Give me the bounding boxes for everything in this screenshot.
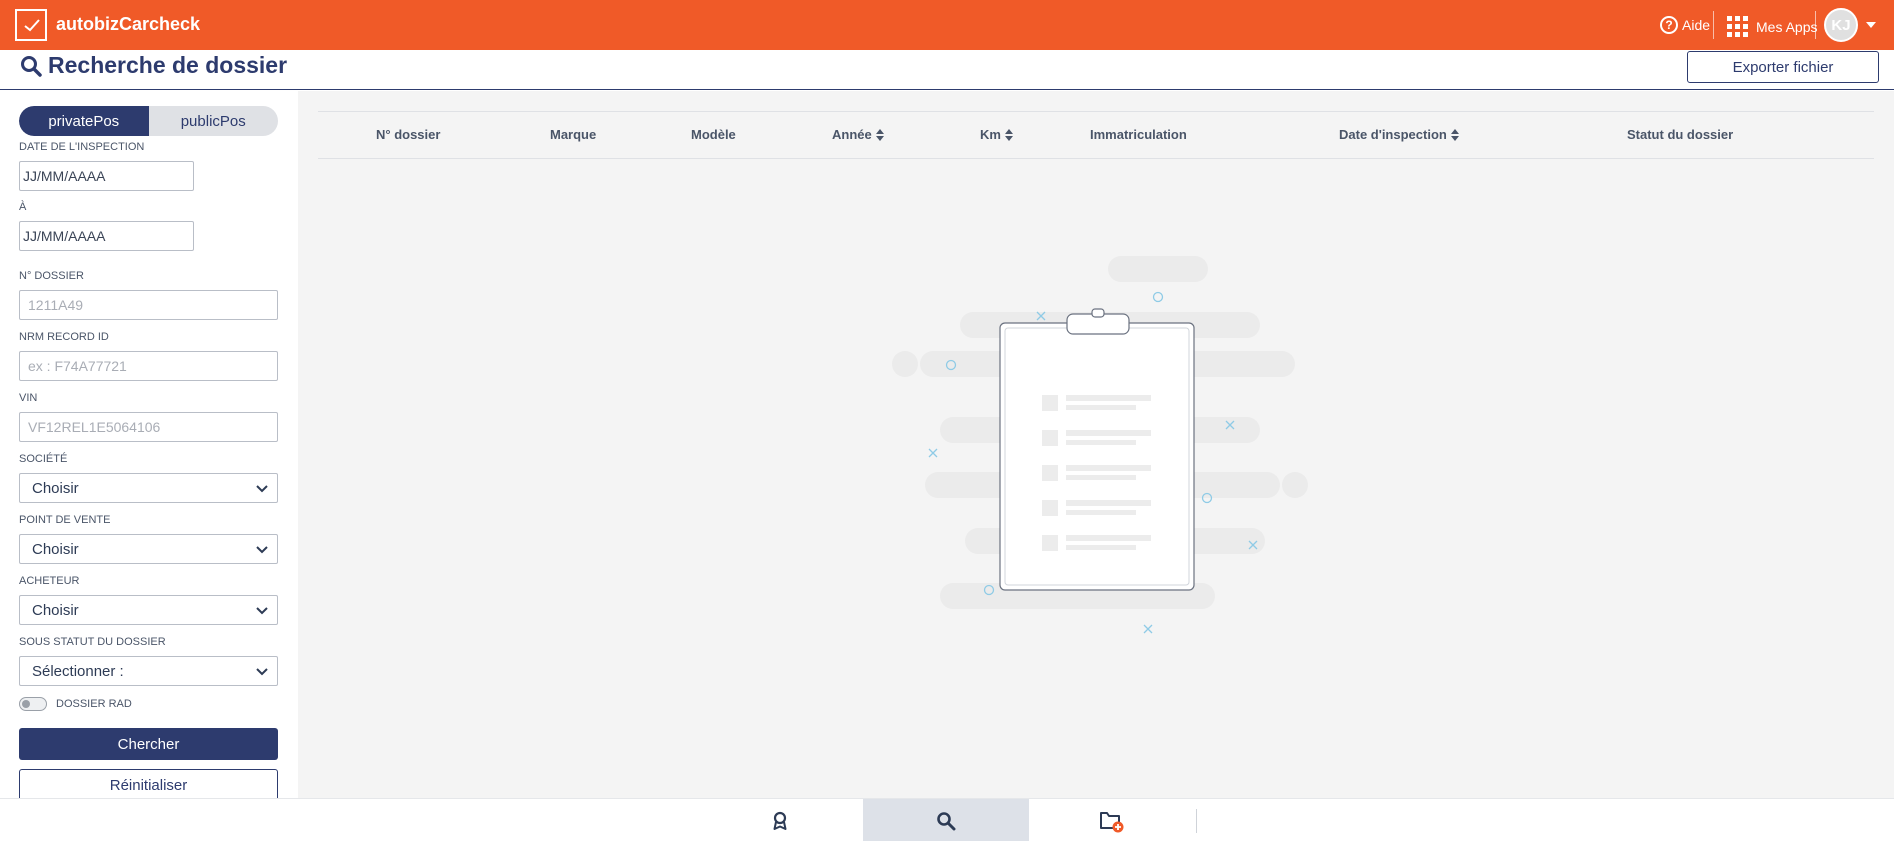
acheteur-label: ACHETEUR <box>19 575 80 587</box>
apps-label: Mes Apps <box>1756 18 1818 35</box>
help-link[interactable]: ? Aide <box>1660 16 1710 34</box>
help-icon: ? <box>1660 16 1678 34</box>
sous-statut-value: Sélectionner : <box>32 662 124 680</box>
folder-add-icon <box>1100 811 1124 832</box>
reset-button[interactable]: Réinitialiser <box>19 769 278 798</box>
column-header-label: Km <box>980 127 1001 142</box>
sous-statut-label: SOUS STATUT DU DOSSIER <box>19 636 166 648</box>
top-bar: autobizCarcheck ? Aide Mes Apps KJ <box>0 0 1894 50</box>
nav-new-folder[interactable] <box>1029 799 1195 841</box>
sort-icon <box>1450 128 1459 141</box>
dossier-rad-label: DOSSIER RAD <box>56 698 132 710</box>
award-icon <box>773 811 787 830</box>
column-header-km[interactable]: Km <box>980 127 1013 142</box>
nrm-record-label: NRM RECORD ID <box>19 331 109 343</box>
column-header-label: Marque <box>550 127 597 142</box>
column-header-label: Immatriculation <box>1090 127 1187 142</box>
chevron-down-icon <box>256 668 268 676</box>
column-header-label: Année <box>832 127 872 142</box>
column-header-annee[interactable]: Année <box>832 127 884 142</box>
societe-select[interactable]: Choisir <box>19 473 278 503</box>
vin-input[interactable] <box>19 412 278 442</box>
dossier-rad-toggle[interactable] <box>19 697 47 711</box>
point-de-vente-select[interactable]: Choisir <box>19 534 278 564</box>
vin-label: VIN <box>19 392 38 404</box>
sous-statut-select[interactable]: Sélectionner : <box>19 656 278 686</box>
dossier-rad-row: DOSSIER RAD <box>19 697 132 711</box>
logo-check-icon[interactable] <box>15 9 47 41</box>
results-panel: N° dossier Marque Modèle Année Km Immatr… <box>298 91 1894 798</box>
column-header-label: N° dossier <box>376 127 441 142</box>
export-file-button[interactable]: Exporter fichier <box>1687 51 1879 83</box>
apps-menu[interactable]: Mes Apps <box>1727 16 1817 37</box>
table-header: N° dossier Marque Modèle Année Km Immatr… <box>318 111 1874 159</box>
header-divider <box>1713 11 1714 39</box>
column-header-label: Statut du dossier <box>1627 127 1734 142</box>
search-icon <box>21 55 42 77</box>
societe-value: Choisir <box>32 479 79 497</box>
sort-icon <box>1004 128 1013 141</box>
tab-public-pos[interactable]: publicPos <box>149 106 279 136</box>
page-title: Recherche de dossier <box>20 52 287 79</box>
column-header-label: Date d'inspection <box>1339 127 1447 142</box>
column-header-date-inspection[interactable]: Date d'inspection <box>1339 127 1459 142</box>
date-from-label: DATE DE L'INSPECTION <box>19 141 145 153</box>
point-de-vente-label: POINT DE VENTE <box>19 514 111 526</box>
dossier-number-input[interactable] <box>19 290 278 320</box>
search-icon <box>937 811 956 830</box>
chevron-down-icon <box>256 607 268 615</box>
societe-label: SOCIÉTÉ <box>19 453 68 465</box>
column-header-immatriculation[interactable]: Immatriculation <box>1090 127 1187 142</box>
acheteur-select[interactable]: Choisir <box>19 595 278 625</box>
date-from-input[interactable] <box>19 161 194 191</box>
chevron-down-icon[interactable] <box>1866 22 1876 28</box>
nrm-record-input[interactable] <box>19 351 278 381</box>
nav-award[interactable] <box>697 799 863 841</box>
header-divider <box>1815 11 1816 39</box>
date-to-label: À <box>19 201 27 213</box>
user-avatar[interactable]: KJ <box>1824 8 1858 42</box>
nav-divider <box>1196 809 1197 833</box>
chevron-down-icon <box>256 485 268 493</box>
filter-sidebar: privatePos publicPos DATE DE L'INSPECTIO… <box>0 91 297 798</box>
nav-search[interactable] <box>863 799 1029 841</box>
pos-toggle: privatePos publicPos <box>19 106 278 136</box>
help-label: Aide <box>1682 17 1711 33</box>
column-header-modele[interactable]: Modèle <box>691 127 736 142</box>
point-de-vente-value: Choisir <box>32 540 79 558</box>
empty-clipboard-illustration <box>892 256 1308 634</box>
column-header-label: Modèle <box>691 127 736 142</box>
apps-grid-icon <box>1727 16 1748 37</box>
search-button[interactable]: Chercher <box>19 728 278 760</box>
acheteur-value: Choisir <box>32 601 79 619</box>
brand-name[interactable]: autobizCarcheck <box>56 14 200 35</box>
page-title-text: Recherche de dossier <box>48 52 288 78</box>
tab-private-pos[interactable]: privatePos <box>19 106 149 136</box>
chevron-down-icon <box>256 546 268 554</box>
column-header-dossier[interactable]: N° dossier <box>376 127 440 142</box>
dossier-number-label: N° DOSSIER <box>19 270 84 282</box>
bottom-nav <box>0 798 1894 841</box>
date-to-input[interactable] <box>19 221 194 251</box>
sort-icon <box>875 128 884 141</box>
column-header-marque[interactable]: Marque <box>550 127 596 142</box>
title-bar: Recherche de dossier Exporter fichier <box>0 50 1894 90</box>
column-header-statut[interactable]: Statut du dossier <box>1627 127 1733 142</box>
